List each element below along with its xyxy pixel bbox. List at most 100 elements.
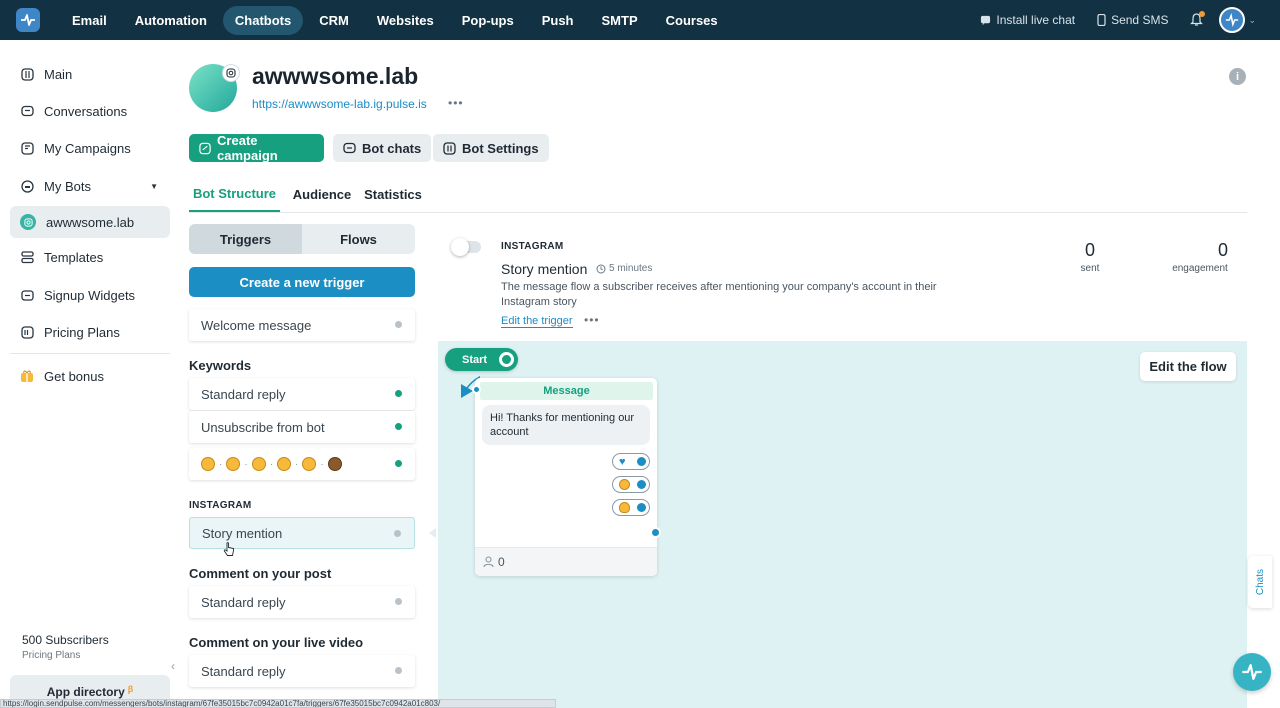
nav-courses[interactable]: Courses	[654, 6, 730, 35]
quick-reply-dot[interactable]	[637, 457, 646, 466]
create-trigger-button[interactable]: Create a new trigger	[189, 267, 415, 297]
quick-reply-heart[interactable]: ♥	[612, 453, 650, 470]
install-live-chat-label: Install live chat	[996, 13, 1076, 27]
trigger-label: Standard reply	[201, 386, 286, 402]
sidebar-item-main[interactable]: Main	[10, 58, 170, 90]
collapse-sidebar-icon[interactable]: ‹	[171, 659, 175, 673]
trigger-unsubscribe[interactable]: Unsubscribe from bot	[189, 411, 415, 443]
sidebar-item-conversations[interactable]: Conversations	[10, 95, 170, 127]
sendpulse-fab-icon[interactable]	[1233, 653, 1271, 691]
sidebar-item-awwwsome-lab[interactable]: awwwsome.lab	[10, 206, 170, 238]
user-avatar-icon	[1219, 7, 1246, 33]
nav-smtp[interactable]: SMTP	[590, 6, 650, 35]
bot-icon	[20, 179, 34, 193]
user-icon	[483, 556, 494, 568]
edit-flow-button[interactable]: Edit the flow	[1140, 352, 1236, 381]
trigger-label: Unsubscribe from bot	[201, 419, 325, 435]
node-input-dot[interactable]	[472, 385, 481, 394]
quick-reply-dot[interactable]	[637, 503, 646, 512]
grid-icon	[20, 67, 34, 81]
node-output-dot[interactable]	[650, 527, 661, 538]
quick-reply-dot[interactable]	[637, 480, 646, 489]
status-dot	[395, 321, 402, 328]
bot-settings-button[interactable]: Bot Settings	[433, 134, 549, 162]
chevron-down-icon: ⌄	[1248, 14, 1256, 25]
sidebar-item-pricing-plans[interactable]: Pricing Plans	[10, 316, 170, 348]
more-options-icon[interactable]: •••	[448, 96, 464, 110]
phone-icon	[1097, 14, 1106, 26]
nav-automation[interactable]: Automation	[123, 6, 219, 35]
quick-reply-fire[interactable]	[612, 499, 650, 516]
trigger-label: Welcome message	[201, 317, 312, 333]
trigger-standard-reply[interactable]: Standard reply	[189, 378, 415, 410]
tab-bot-structure[interactable]: Bot Structure	[189, 176, 280, 212]
trigger-label: Story mention	[202, 525, 283, 541]
sidebar-item-label: My Campaigns	[44, 140, 131, 156]
trigger-comment-post-reply[interactable]: Standard reply	[189, 586, 415, 618]
trigger-emoji-keywords[interactable]: · · · · ·	[189, 448, 415, 480]
app-directory-label: App directory	[46, 684, 125, 699]
nav-chatbots[interactable]: Chatbots	[222, 5, 304, 35]
sidebar-item-templates[interactable]: Templates	[10, 241, 170, 273]
gift-icon	[20, 369, 34, 383]
browser-status-url: https://login.sendpulse.com/messengers/b…	[0, 699, 556, 708]
chats-side-tab[interactable]: Chats	[1248, 556, 1272, 608]
campaign-icon	[20, 141, 34, 155]
trigger-title: Story mention	[501, 261, 588, 277]
notifications-bell-icon[interactable]	[1190, 11, 1206, 27]
pricing-icon	[20, 325, 34, 339]
history-icon	[596, 264, 606, 273]
sent-stat: 0 sent	[1070, 240, 1110, 274]
nav-popups[interactable]: Pop-ups	[450, 6, 526, 35]
settings-icon	[443, 141, 456, 155]
bot-chats-button[interactable]: Bot chats	[333, 134, 432, 162]
trigger-toggle[interactable]	[451, 238, 481, 256]
trigger-welcome-message[interactable]: Welcome message	[189, 309, 415, 341]
tab-statistics[interactable]: Statistics	[364, 176, 422, 212]
sidebar-item-label: Main	[44, 66, 73, 82]
info-icon[interactable]: i	[1229, 68, 1246, 85]
sidebar-item-get-bonus[interactable]: Get bonus	[10, 360, 170, 392]
chats-label: Chats	[1254, 568, 1266, 596]
hand-cursor-icon	[223, 542, 234, 556]
seg-triggers[interactable]: Triggers	[189, 224, 302, 254]
delay-value: 5 minutes	[609, 263, 653, 274]
widget-icon	[20, 288, 34, 302]
nav-push[interactable]: Push	[530, 6, 586, 35]
fire-emoji-icon	[619, 502, 630, 513]
quick-reply-smile[interactable]	[612, 476, 650, 493]
trigger-description: The message flow a subscriber receives a…	[501, 281, 937, 308]
trigger-more-icon[interactable]: •••	[584, 313, 600, 327]
send-sms-link[interactable]: Send SMS	[1097, 13, 1168, 27]
start-node[interactable]: Start	[445, 348, 518, 371]
triggers-flows-switch: Triggers Flows	[189, 224, 415, 254]
instagram-icon	[222, 64, 240, 82]
sidebar-item-signup-widgets[interactable]: Signup Widgets	[10, 279, 170, 311]
sent-label: sent	[1080, 263, 1100, 274]
nav-websites[interactable]: Websites	[365, 6, 446, 35]
tab-audience[interactable]: Audience	[290, 176, 354, 212]
separator: ·	[244, 458, 248, 470]
bot-url-link[interactable]: https://awwwsome-lab.ig.pulse.is	[252, 97, 427, 111]
sidebar-item-my-campaigns[interactable]: My Campaigns	[10, 132, 170, 164]
install-live-chat-link[interactable]: Install live chat	[980, 13, 1075, 27]
account-menu[interactable]: ⌄	[1219, 7, 1256, 33]
edit-trigger-link[interactable]: Edit the trigger	[501, 315, 573, 328]
smiling-emoji-icon	[226, 457, 241, 471]
create-campaign-button[interactable]: Create campaign	[189, 133, 324, 163]
sidebar-item-label: Templates	[44, 249, 104, 265]
sidebar-item-my-bots[interactable]: My Bots ▼	[10, 170, 170, 202]
trigger-comment-live-reply[interactable]: Standard reply	[189, 655, 415, 687]
start-label: Start	[462, 353, 488, 366]
comment-post-heading: Comment on your post	[189, 566, 332, 581]
sendpulse-logo-icon[interactable]	[16, 8, 40, 32]
message-bubble: Hi! Thanks for mentioning our account	[482, 405, 650, 445]
seg-flows[interactable]: Flows	[302, 224, 415, 254]
separator: ·	[269, 458, 274, 470]
nav-crm[interactable]: CRM	[307, 6, 361, 35]
separator: ·	[219, 458, 223, 470]
pricing-plans-link[interactable]: Pricing Plans	[22, 650, 109, 661]
start-output-icon[interactable]	[499, 352, 514, 367]
nav-email[interactable]: Email	[60, 6, 119, 35]
engagement-label: engagement	[1172, 263, 1228, 274]
